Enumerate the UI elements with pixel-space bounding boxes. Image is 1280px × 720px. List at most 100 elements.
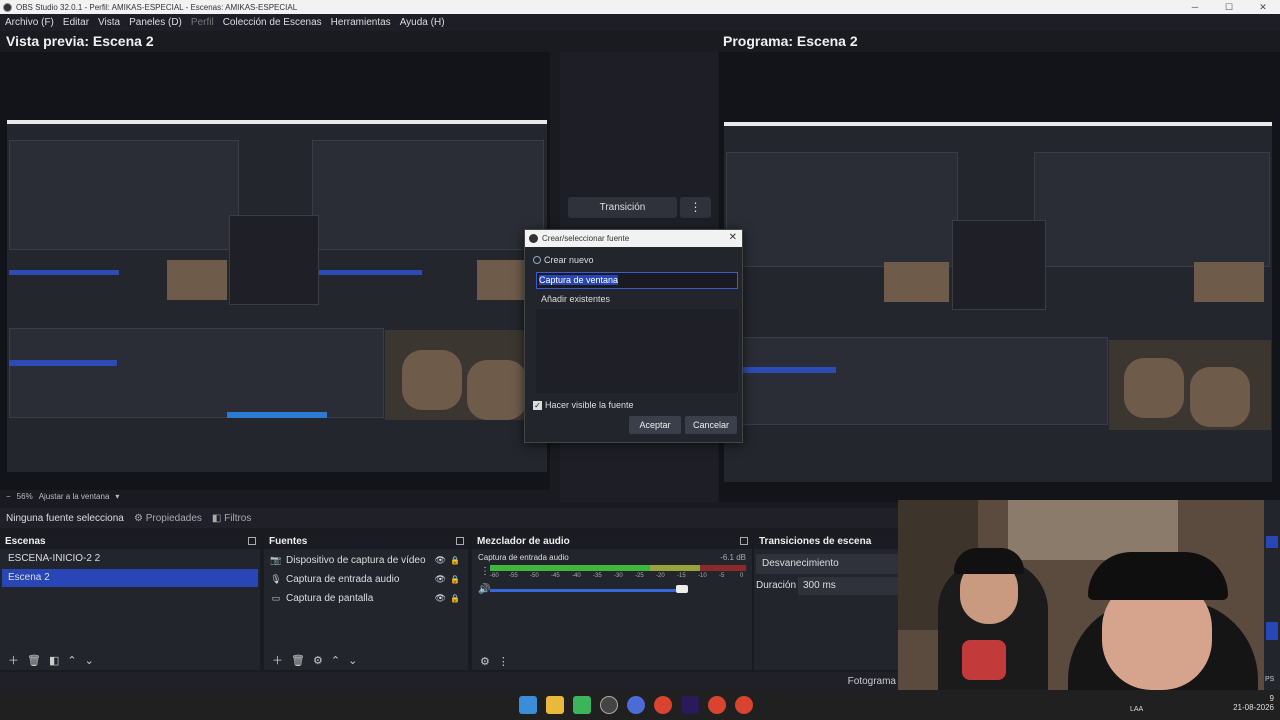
gear-icon: ⚙: [134, 512, 143, 524]
chrome-icon[interactable]: [708, 696, 726, 714]
move-down-icon[interactable]: ⌄: [348, 654, 357, 667]
camera-icon: 📷: [270, 555, 282, 565]
scene-item-selected[interactable]: Escena 2: [2, 569, 258, 587]
transition-menu-button[interactable]: ⋮: [680, 197, 711, 218]
scenes-dock: Escenas ESCENA-INICIO-2 2 Escena 2 ＋ 🗑 ◧ ⌃ ⌄: [0, 534, 260, 670]
eye-icon[interactable]: 👁: [435, 574, 446, 585]
frames-label: Fotograma: [847, 676, 896, 687]
selected-source-label: Ninguna fuente selecciona: [6, 512, 124, 524]
source-name-value: Captura de ventana: [539, 275, 619, 285]
move-up-icon[interactable]: ⌃: [67, 654, 76, 667]
chevron-down-icon[interactable]: ▾: [115, 492, 119, 501]
mixer-db-readout: -6.1 dB: [720, 553, 746, 562]
meter-tick: -25: [635, 573, 644, 579]
meter-red: [700, 565, 746, 571]
windows-start-icon[interactable]: [519, 696, 537, 714]
source-label: Dispositivo de captura de vídeo: [286, 555, 426, 566]
move-up-icon[interactable]: ⌃: [331, 654, 340, 667]
trash-icon[interactable]: 🗑: [291, 654, 305, 667]
menu-archivo[interactable]: Archivo (F): [5, 17, 54, 28]
mixer-settings-icon[interactable]: ⚙: [480, 655, 490, 668]
zoom-out-button[interactable]: −: [6, 492, 11, 501]
meter-tick: -15: [677, 573, 686, 579]
menu-ayuda[interactable]: Ayuda (H): [400, 17, 445, 28]
duration-input[interactable]: 300 ms: [798, 577, 898, 595]
create-new-radio[interactable]: Crear nuevo: [533, 255, 594, 265]
filter-icon[interactable]: ◧: [49, 654, 59, 667]
eye-icon[interactable]: 👁: [435, 555, 446, 566]
meter-tick: -10: [698, 573, 707, 579]
add-icon[interactable]: ＋: [8, 652, 19, 668]
menu-paneles[interactable]: Paneles (D): [129, 17, 182, 28]
meter-tick: -55: [509, 573, 518, 579]
speaker-icon[interactable]: 🔊: [478, 584, 490, 595]
menu-coleccion-escenas[interactable]: Colección de Escenas: [223, 17, 322, 28]
close-icon[interactable]: ✕: [729, 232, 737, 243]
volume-slider[interactable]: [490, 589, 686, 592]
transition-select[interactable]: Desvanecimiento: [756, 554, 898, 574]
gear-icon[interactable]: ⚙: [313, 654, 323, 667]
transition-button[interactable]: Transición: [568, 197, 677, 218]
meter-yellow: [650, 565, 700, 571]
fit-window-label[interactable]: Ajustar a la ventana: [39, 492, 110, 501]
source-item[interactable]: ▭ Captura de pantalla 👁 🔒: [264, 589, 468, 608]
lock-icon[interactable]: 🔒: [450, 594, 460, 603]
mixer-toolbar: ⚙ ⋮: [472, 655, 509, 668]
whatsapp-icon[interactable]: [573, 696, 591, 714]
preview-title: Vista previa: Escena 2: [6, 33, 154, 49]
minimize-button[interactable]: ─: [1178, 0, 1212, 14]
mixer-header: Mezclador de audio: [472, 534, 752, 549]
system-tray[interactable]: 9 21-08-2026: [1233, 694, 1274, 712]
chrome-icon[interactable]: [735, 696, 753, 714]
undock-icon[interactable]: [740, 537, 748, 545]
undock-icon[interactable]: [248, 537, 256, 545]
window-title: OBS Studio 32.0.1 - Perfil: AMIKAS-ESPEC…: [16, 2, 298, 12]
microphone-icon: 🎙: [270, 574, 282, 584]
obs-taskbar-icon[interactable]: [600, 696, 618, 714]
lock-icon[interactable]: 🔒: [450, 575, 460, 584]
preview-canvas[interactable]: [0, 52, 550, 490]
trash-icon[interactable]: 🗑: [27, 654, 41, 667]
source-item[interactable]: 📷 Dispositivo de captura de vídeo 👁 🔒: [264, 551, 468, 570]
kebab-icon[interactable]: ⋮: [498, 655, 509, 668]
source-item[interactable]: 🎙 Captura de entrada audio 👁 🔒: [264, 570, 468, 589]
chrome-icon[interactable]: [654, 696, 672, 714]
move-down-icon[interactable]: ⌄: [85, 654, 94, 667]
sources-dock: Fuentes 📷 Dispositivo de captura de vídeo…: [264, 534, 468, 670]
menu-vista[interactable]: Vista: [98, 17, 120, 28]
properties-button[interactable]: ⚙ Propiedades: [134, 513, 202, 524]
clock-date: 21-08-2026: [1233, 703, 1274, 712]
cancel-button[interactable]: Cancelar: [685, 416, 737, 434]
menu-perfil[interactable]: Perfil: [191, 17, 214, 28]
filters-button[interactable]: ◧ Filtros: [212, 513, 251, 524]
kebab-icon[interactable]: ⋮: [480, 566, 490, 577]
accept-button[interactable]: Aceptar: [629, 416, 681, 434]
meter-green: [490, 565, 650, 571]
meter-tick: -30: [614, 573, 623, 579]
menu-herramientas[interactable]: Herramientas: [331, 17, 391, 28]
menu-editar[interactable]: Editar: [63, 17, 89, 28]
undock-icon[interactable]: [456, 537, 464, 545]
visible-source-label: Hacer visible la fuente: [545, 400, 634, 410]
scene-item[interactable]: ESCENA-INICIO-2 2: [2, 550, 258, 568]
existing-sources-list[interactable]: [536, 309, 738, 393]
lock-icon[interactable]: 🔒: [450, 556, 460, 565]
maximize-button[interactable]: ☐: [1212, 0, 1246, 14]
file-explorer-icon[interactable]: [546, 696, 564, 714]
volume-slider-handle[interactable]: [676, 585, 688, 593]
meter-tick: -35: [593, 573, 602, 579]
add-existing-radio[interactable]: Añadir existentes: [541, 294, 610, 304]
add-icon[interactable]: ＋: [272, 652, 283, 668]
status-bar: Fotograma: [0, 672, 900, 690]
filters-label: Filtros: [224, 512, 252, 524]
visible-source-checkbox[interactable]: ✓ Hacer visible la fuente: [533, 400, 634, 410]
source-name-input[interactable]: Captura de ventana: [536, 272, 738, 289]
mixer-channel: Captura de entrada audio -6.1 dB: [478, 553, 752, 562]
eye-icon[interactable]: 👁: [435, 593, 446, 604]
scenes-title: Escenas: [5, 536, 46, 547]
language-indicator[interactable]: LAA: [1130, 706, 1143, 713]
close-window-button[interactable]: ✕: [1246, 0, 1280, 14]
premiere-icon[interactable]: [681, 696, 699, 714]
app-icon[interactable]: [627, 696, 645, 714]
source-toolbar: Ninguna fuente selecciona ⚙ Propiedades …: [0, 508, 898, 528]
